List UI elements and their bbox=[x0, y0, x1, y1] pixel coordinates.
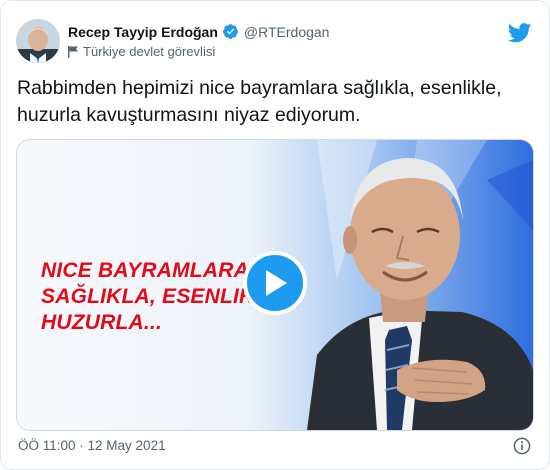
info-icon[interactable] bbox=[513, 437, 531, 455]
video-player[interactable]: NICE BAYRAMLARA SAĞLIKLA, ESENLIKLE HUZU… bbox=[16, 139, 534, 431]
twitter-bird-icon[interactable] bbox=[508, 23, 532, 43]
overlay-line-2: SAĞLIKLA, ESENLIKLE bbox=[41, 285, 271, 308]
overlay-line-1: NICE BAYRAMLARA bbox=[41, 259, 249, 282]
author-display-name[interactable]: Recep Tayyip Erdoğan bbox=[68, 24, 218, 40]
play-button[interactable] bbox=[243, 251, 307, 315]
avatar[interactable] bbox=[16, 19, 60, 63]
affiliation-label: Türkiye devlet görevlisi bbox=[68, 44, 215, 59]
tweet-timestamp[interactable]: ÖÖ 11:00 · 12 May 2021 bbox=[18, 438, 166, 453]
play-icon bbox=[266, 270, 287, 296]
tweet-card: Recep Tayyip Erdoğan @RTErdogan Türkiye … bbox=[0, 0, 550, 470]
verified-badge-icon bbox=[222, 24, 238, 39]
overlay-line-3: HUZURLA... bbox=[41, 311, 162, 334]
affiliation-label-text: Türkiye devlet görevlisi bbox=[83, 44, 216, 59]
avatar-image bbox=[16, 19, 60, 63]
video-overlay-text: NICE BAYRAMLARA SAĞLIKLA, ESENLIKLE HUZU… bbox=[41, 258, 271, 336]
tweet-text: Rabbimden hepimizi nice bayramlara sağlı… bbox=[17, 77, 502, 126]
flag-icon bbox=[68, 45, 78, 58]
author-name-row: Recep Tayyip Erdoğan @RTErdogan bbox=[68, 23, 329, 40]
author-handle[interactable]: @RTErdogan bbox=[244, 24, 330, 40]
